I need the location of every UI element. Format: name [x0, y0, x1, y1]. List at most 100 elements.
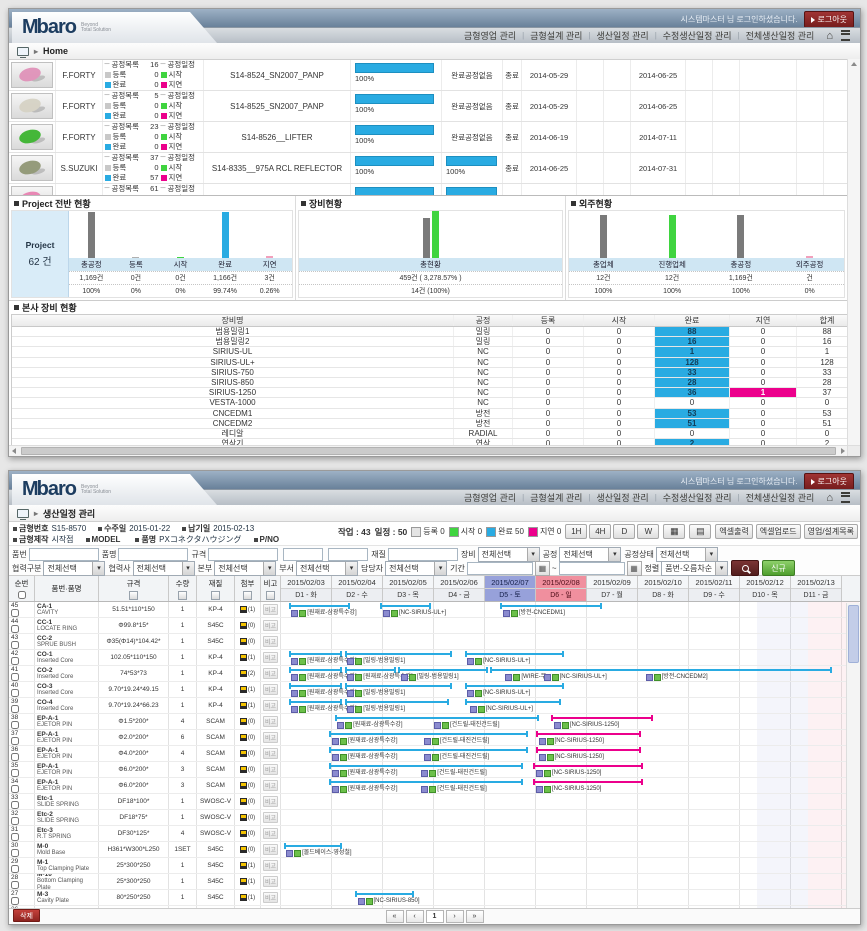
menu-item-production-schedule[interactable]: 생산일정 관리 — [591, 29, 655, 42]
view-scale-button[interactable]: 4H — [589, 524, 611, 539]
select-all-checkbox[interactable] — [18, 591, 26, 599]
grid-view-icon-button[interactable] — [663, 524, 685, 539]
chevron-down-icon[interactable] — [434, 562, 446, 575]
home-icon[interactable] — [820, 492, 839, 504]
hamburger-menu-icon[interactable] — [841, 30, 850, 41]
filter-input[interactable] — [29, 548, 99, 561]
equipment-row[interactable]: SIRIUS-850 NC 0 0 28 0 28 — [12, 378, 857, 388]
calendar-icon[interactable] — [535, 561, 550, 576]
filter-select[interactable]: 전체선택 — [296, 561, 358, 576]
row-checkbox[interactable] — [11, 673, 19, 681]
equipment-row[interactable]: CNCEDM2 방전 0 0 51 0 51 — [12, 419, 857, 429]
gantt-bar[interactable] — [289, 669, 343, 671]
logout-button[interactable]: 로그아웃 — [804, 473, 854, 490]
page-nav-button[interactable]: › — [446, 910, 464, 923]
gantt-bar[interactable] — [345, 685, 452, 687]
search-button[interactable] — [731, 560, 759, 576]
gantt-bar[interactable] — [345, 701, 450, 703]
equipment-row[interactable]: SIRIUS-UL NC 0 0 1 0 1 — [12, 347, 857, 357]
gantt-bar[interactable] — [329, 765, 523, 767]
attachment-icon[interactable] — [240, 846, 247, 853]
filter-select[interactable]: 전체선택 — [385, 561, 447, 576]
new-button[interactable]: 신규 — [762, 560, 795, 576]
equipment-row[interactable]: SIRIUS-UL+ NC 0 0 128 0 128 — [12, 358, 857, 368]
page-nav-button[interactable]: « — [386, 910, 404, 923]
gantt-bar[interactable] — [465, 653, 564, 655]
column-filter-icon[interactable] — [129, 591, 138, 600]
row-checkbox[interactable] — [11, 849, 19, 857]
attachment-icon[interactable] — [240, 766, 247, 773]
row-checkbox[interactable] — [11, 721, 19, 729]
row-checkbox[interactable] — [11, 689, 19, 697]
project-row[interactable]: F.FORTY 공정목록 16 공정일정 0 등록 0 시작 0 완료 0 지연… — [9, 60, 860, 91]
row-checkbox[interactable] — [11, 881, 19, 889]
note-button[interactable]: 비고 — [263, 636, 278, 647]
note-button[interactable]: 비고 — [263, 684, 278, 695]
row-checkbox[interactable] — [11, 625, 19, 633]
attachment-icon[interactable] — [240, 734, 247, 741]
page-nav-button[interactable]: ‹ — [406, 910, 424, 923]
equipment-row[interactable]: CNCEDM1 방전 0 0 53 0 53 — [12, 409, 857, 419]
note-button[interactable]: 비고 — [263, 876, 278, 887]
note-button[interactable]: 비고 — [263, 892, 278, 903]
note-button[interactable]: 비고 — [263, 796, 278, 807]
attachment-icon[interactable] — [240, 782, 247, 789]
attachment-icon[interactable] — [240, 830, 247, 837]
gantt-bar[interactable] — [289, 605, 350, 607]
chevron-down-icon[interactable] — [345, 562, 357, 575]
list-view-icon-button[interactable] — [689, 524, 711, 539]
filter-select[interactable]: 전체선택 — [559, 547, 621, 562]
column-filter-icon[interactable] — [178, 591, 187, 600]
chevron-down-icon[interactable] — [182, 562, 194, 575]
menu-item-modified-schedule[interactable]: 수정생산일정 관리 — [657, 29, 738, 42]
filter-select[interactable]: 전체선택 — [43, 561, 105, 576]
menu-item-production-schedule[interactable]: 생산일정 관리 — [591, 491, 655, 504]
attachment-icon[interactable] — [240, 638, 247, 645]
period-end-input[interactable] — [559, 562, 625, 575]
filter-select[interactable]: 전체선택 — [133, 561, 195, 576]
equipment-row[interactable]: 레디알 RADIAL 0 0 0 0 0 — [12, 429, 857, 439]
column-filter-icon[interactable] — [266, 591, 275, 600]
gantt-bar[interactable] — [536, 733, 641, 735]
row-checkbox[interactable] — [11, 833, 19, 841]
gantt-bar[interactable] — [329, 781, 523, 783]
attachment-icon[interactable] — [240, 686, 247, 693]
gantt-bar[interactable] — [398, 669, 487, 671]
equipment-row[interactable]: 범용밀링1 밀링 0 0 88 0 88 — [12, 327, 857, 337]
delete-button[interactable]: 삭제 — [13, 909, 40, 922]
note-button[interactable]: 비고 — [263, 812, 278, 823]
attachment-icon[interactable] — [240, 894, 247, 901]
attachment-icon[interactable] — [240, 750, 247, 757]
filter-select[interactable]: 전체선택 — [478, 547, 540, 562]
attachment-icon[interactable] — [240, 814, 247, 821]
attachment-icon[interactable] — [240, 670, 247, 677]
menu-item-mold-design[interactable]: 금형설계 관리 — [524, 29, 588, 42]
filter-input[interactable] — [118, 548, 188, 561]
filter-select[interactable]: 전체선택 — [656, 547, 718, 562]
menu-item-mold-sales[interactable]: 금형영업 관리 — [458, 491, 522, 504]
hamburger-menu-icon[interactable] — [841, 492, 850, 503]
action-button[interactable]: 영업/설계목록 — [804, 524, 858, 539]
column-filter-icon[interactable] — [243, 591, 252, 600]
chevron-down-icon[interactable] — [608, 548, 620, 561]
filter-select[interactable]: 전체선택 — [214, 561, 276, 576]
gantt-bar[interactable] — [355, 893, 414, 895]
gantt-bar[interactable] — [335, 717, 539, 719]
gantt-bar[interactable] — [289, 701, 343, 703]
chevron-down-icon[interactable] — [527, 548, 539, 561]
row-checkbox[interactable] — [11, 801, 19, 809]
attachment-icon[interactable] — [240, 622, 247, 629]
note-button[interactable]: 비고 — [263, 748, 278, 759]
view-scale-button[interactable]: D — [613, 524, 635, 539]
row-checkbox[interactable] — [11, 609, 19, 617]
logout-button[interactable]: 로그아웃 — [804, 11, 854, 28]
row-checkbox[interactable] — [11, 657, 19, 665]
row-checkbox[interactable] — [11, 705, 19, 713]
gantt-bar[interactable] — [284, 845, 343, 847]
gantt-bar[interactable] — [345, 669, 396, 671]
menu-item-mold-design[interactable]: 금형설계 관리 — [524, 491, 588, 504]
note-button[interactable]: 비고 — [263, 764, 278, 775]
column-filter-icon[interactable] — [211, 591, 220, 600]
menu-item-modified-schedule[interactable]: 수정생산일정 관리 — [657, 491, 738, 504]
note-button[interactable]: 비고 — [263, 844, 278, 855]
